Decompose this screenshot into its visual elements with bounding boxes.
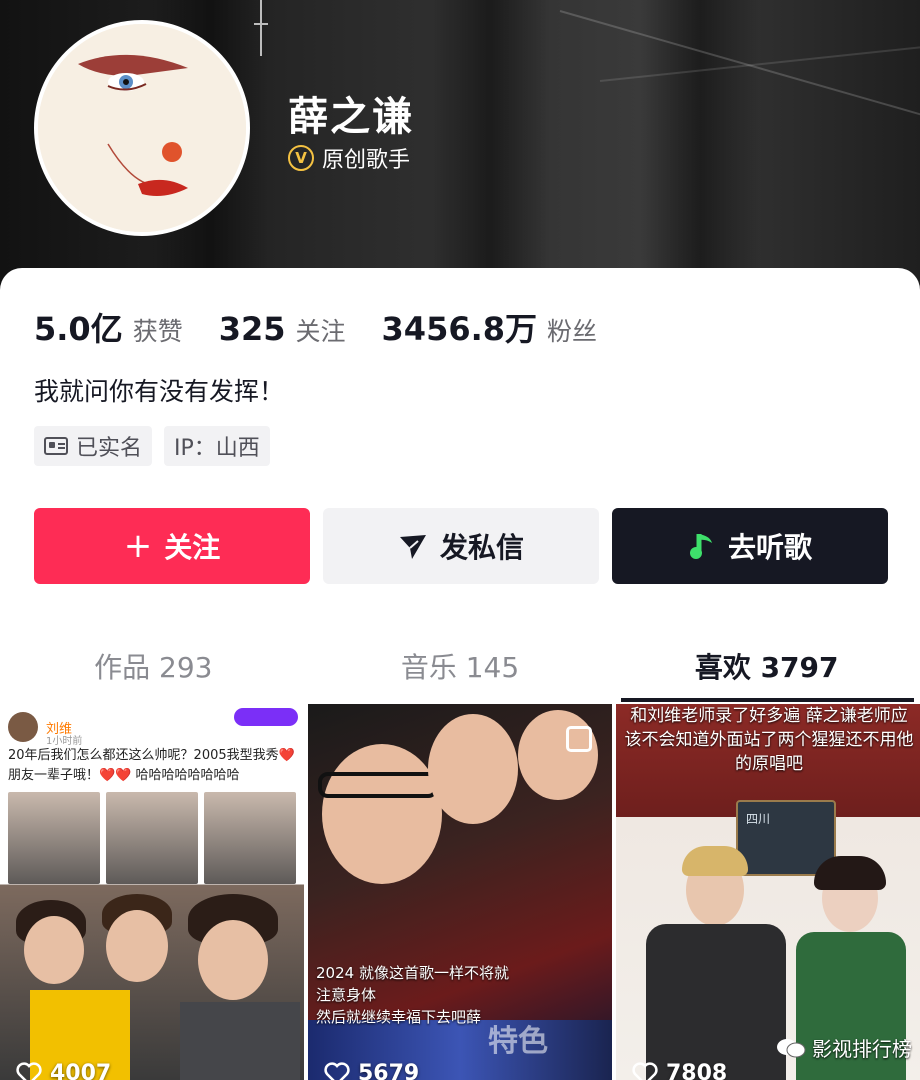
post-image xyxy=(8,792,100,884)
like-count: 7808 xyxy=(632,1061,727,1080)
group-photo xyxy=(10,894,300,1080)
face xyxy=(106,910,168,982)
banner-curtain xyxy=(640,0,760,300)
video-caption: 和刘维老师录了好多遍 薛之谦老师应该不会知道外面站了两个猩猩还不用他的原唱吧 xyxy=(624,706,914,774)
post-images xyxy=(8,792,296,884)
watermark-text: 影视排行榜 xyxy=(812,1037,912,1061)
shirt xyxy=(180,1002,300,1080)
heart-icon xyxy=(16,1061,42,1080)
video-thumbnail[interactable]: 特色 2024 就像这首歌一样不将就 注意身体 然后就继续幸福下去吧薛 5679 xyxy=(308,704,612,1080)
post-time: 1小时前 xyxy=(46,736,83,747)
heart-icon xyxy=(632,1061,658,1080)
face xyxy=(322,744,442,884)
music-note-icon xyxy=(689,534,712,559)
stat-likes[interactable]: 5.0亿 获赞 xyxy=(34,304,183,350)
tab-music[interactable]: 音乐 145 xyxy=(307,630,614,702)
avatar[interactable] xyxy=(34,20,250,236)
stat-followers[interactable]: 3456.8万 粉丝 xyxy=(382,304,598,350)
tag-label: IP：山西 xyxy=(174,436,260,461)
profile-bio: 我就问你有没有发挥！ xyxy=(34,377,285,406)
music-label: 去听歌 xyxy=(727,531,812,564)
hair xyxy=(682,846,748,876)
caption-line: 2024 就像这首歌一样不将就 xyxy=(316,964,509,982)
multi-select-icon xyxy=(566,726,592,752)
cross-pendant-icon xyxy=(254,0,268,56)
tag-verified-identity: 已实名 xyxy=(34,426,153,466)
liked-video-grid: 刘维 1小时前 20年后我们怎么都还这么帅呢？2005我型我秀❤️朋友一辈子哦！… xyxy=(0,704,920,1080)
listen-music-button[interactable]: 去听歌 xyxy=(612,508,888,584)
stat-label: 粉丝 xyxy=(547,317,598,346)
post-avatar xyxy=(8,712,38,742)
profile-stats: 5.0亿 获赞 325 关注 3456.8万 粉丝 xyxy=(34,304,633,350)
board-text: 四川 xyxy=(746,812,771,826)
like-count-value: 4007 xyxy=(50,1061,112,1080)
hair xyxy=(814,856,886,890)
plus-icon: + xyxy=(123,526,153,566)
suit xyxy=(646,924,786,1080)
face xyxy=(198,920,268,1000)
profile-name: 薛之谦 xyxy=(288,94,414,140)
tag-label: 已实名 xyxy=(76,436,143,461)
post-tag-badge xyxy=(234,708,298,726)
caption-line: 注意身体 xyxy=(316,986,377,1004)
watermark: 影视排行榜 xyxy=(776,1033,912,1062)
tab-works[interactable]: 作品 293 xyxy=(0,630,307,702)
message-label: 发私信 xyxy=(439,531,524,564)
heart-icon xyxy=(324,1061,350,1080)
stat-value: 325 xyxy=(218,310,286,348)
face xyxy=(518,710,598,800)
like-count-value: 5679 xyxy=(358,1061,420,1080)
stat-following[interactable]: 325 关注 xyxy=(219,310,346,348)
person-left xyxy=(636,846,786,1080)
stat-value: 3456.8万 xyxy=(381,310,538,348)
glasses xyxy=(318,772,438,798)
face xyxy=(24,916,84,984)
stat-label: 关注 xyxy=(295,317,346,346)
verification: V 原创歌手 xyxy=(288,142,410,174)
profile-actions: + 关注 发私信 去听歌 xyxy=(34,508,888,584)
verified-badge-icon: V xyxy=(288,145,314,171)
avatar-illustration xyxy=(38,24,246,232)
stat-value: 5.0亿 xyxy=(34,310,123,348)
send-icon xyxy=(399,535,426,559)
message-button[interactable]: 发私信 xyxy=(323,508,599,584)
verification-label: 原创歌手 xyxy=(322,148,411,173)
like-count: 5679 xyxy=(324,1061,419,1080)
profile-tabs: 作品 293 音乐 145 喜欢 3797 xyxy=(0,630,920,702)
follow-button[interactable]: + 关注 xyxy=(34,508,310,584)
tag-ip-location: IP：山西 xyxy=(164,426,270,466)
tab-likes[interactable]: 喜欢 3797 xyxy=(613,630,920,702)
caption-line: 然后就继续幸福下去吧薛 xyxy=(316,1008,482,1026)
profile-tags: 已实名 IP：山西 xyxy=(34,426,270,466)
post-text: 20年后我们怎么都还这么帅呢？2005我型我秀❤️朋友一辈子哦！❤️❤️ 哈哈哈… xyxy=(8,748,295,783)
id-card-icon xyxy=(44,437,68,455)
video-thumbnail[interactable]: 和刘维老师录了好多遍 薛之谦老师应该不会知道外面站了两个猩猩还不用他的原唱吧 四… xyxy=(616,704,920,1080)
like-count: 4007 xyxy=(16,1061,111,1080)
like-count-value: 7808 xyxy=(666,1061,728,1080)
stat-label: 获赞 xyxy=(132,317,183,346)
face xyxy=(428,714,518,824)
post-image xyxy=(106,792,198,884)
post-image xyxy=(204,792,296,884)
video-caption: 2024 就像这首歌一样不将就 注意身体 然后就继续幸福下去吧薛 xyxy=(316,962,509,1028)
follow-label: 关注 xyxy=(164,531,221,564)
banner-curtain xyxy=(430,0,550,300)
video-thumbnail[interactable]: 刘维 1小时前 20年后我们怎么都还这么帅呢？2005我型我秀❤️朋友一辈子哦！… xyxy=(0,704,304,1080)
wechat-icon xyxy=(777,1038,806,1057)
